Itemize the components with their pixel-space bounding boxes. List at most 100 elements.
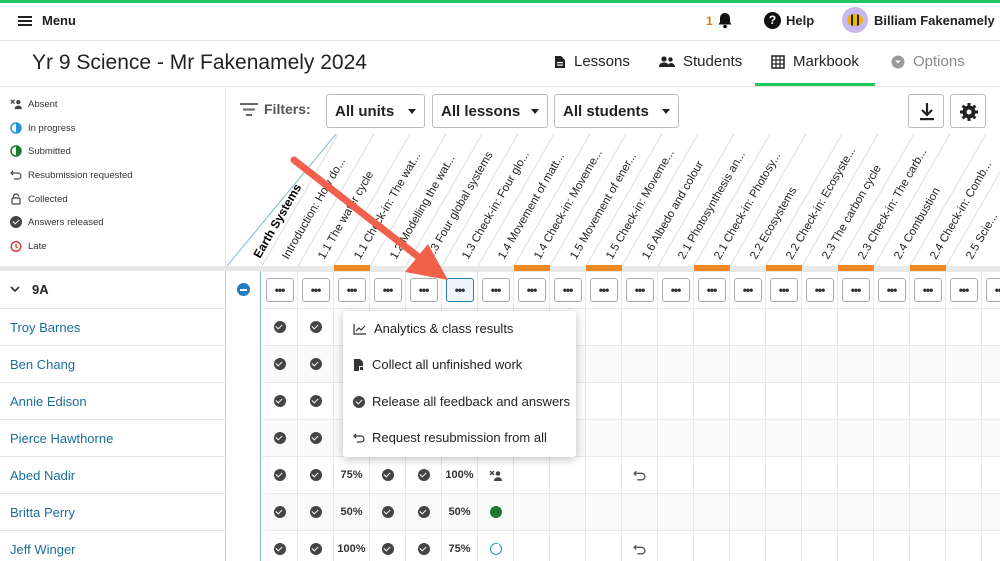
student-name[interactable]: Ben Chang: [0, 345, 226, 382]
grade-cell[interactable]: [514, 456, 550, 493]
column-actions-button[interactable]: •••: [733, 278, 762, 302]
grade-cell[interactable]: [910, 419, 946, 456]
grade-cell[interactable]: 50%: [334, 493, 370, 530]
column-actions-button[interactable]: •••: [985, 278, 1000, 302]
menu-item-analytics[interactable]: Analytics & class results: [353, 321, 513, 336]
lesson-column-header[interactable]: 1.4 Check-in: Moveme...: [532, 148, 605, 262]
tab-lessons[interactable]: Lessons: [554, 53, 630, 70]
grade-cell[interactable]: [982, 382, 1000, 419]
grade-cell[interactable]: [298, 419, 334, 456]
grade-cell[interactable]: [694, 382, 730, 419]
grade-cell[interactable]: [622, 345, 658, 382]
grade-cell[interactable]: [910, 530, 946, 561]
grade-cell[interactable]: [766, 419, 802, 456]
grade-cell[interactable]: [730, 456, 766, 493]
lesson-column-header[interactable]: 1.3 Four global systems: [424, 150, 496, 262]
grade-cell[interactable]: [694, 530, 730, 561]
grade-cell[interactable]: [514, 493, 550, 530]
grade-cell[interactable]: [658, 419, 694, 456]
grade-cell[interactable]: [586, 493, 622, 530]
grade-cell[interactable]: [370, 456, 406, 493]
grade-cell[interactable]: [658, 456, 694, 493]
grade-cell[interactable]: [262, 530, 298, 561]
column-actions-button[interactable]: •••: [877, 278, 906, 302]
grade-cell[interactable]: [802, 308, 838, 345]
grade-cell[interactable]: [298, 456, 334, 493]
grade-cell[interactable]: [694, 456, 730, 493]
grade-cell[interactable]: [550, 493, 586, 530]
lesson-column-header[interactable]: 2.5 Scie...: [964, 211, 1000, 261]
lesson-column-header[interactable]: 2.1 Check-in: Photosy...: [712, 151, 783, 262]
grade-cell[interactable]: [874, 493, 910, 530]
grade-cell[interactable]: [622, 530, 658, 561]
grade-cell[interactable]: [658, 382, 694, 419]
grade-cell[interactable]: [766, 530, 802, 561]
grade-cell[interactable]: [946, 345, 982, 382]
column-actions-button[interactable]: •••: [301, 278, 330, 302]
student-name[interactable]: Britta Perry: [0, 493, 226, 530]
grade-cell[interactable]: [910, 308, 946, 345]
help-button[interactable]: ? Help: [764, 12, 814, 29]
student-name[interactable]: Jeff Winger: [0, 530, 226, 561]
grade-cell[interactable]: [658, 493, 694, 530]
grade-cell[interactable]: [802, 382, 838, 419]
grade-cell[interactable]: [622, 493, 658, 530]
column-actions-button[interactable]: •••: [913, 278, 942, 302]
grade-cell[interactable]: [694, 308, 730, 345]
grade-cell[interactable]: [982, 308, 1000, 345]
grade-cell[interactable]: [730, 345, 766, 382]
grade-cell[interactable]: [874, 419, 910, 456]
lesson-column-header[interactable]: 1.5 Check-in: Moveme...: [604, 148, 677, 262]
grade-cell[interactable]: [946, 419, 982, 456]
menu-item-collect[interactable]: Collect all unfinished work: [353, 357, 522, 372]
tab-students[interactable]: Students: [659, 53, 742, 70]
column-actions-button[interactable]: •••: [265, 278, 294, 302]
grade-cell[interactable]: [298, 308, 334, 345]
grade-cell[interactable]: [982, 345, 1000, 382]
grade-cell[interactable]: [838, 308, 874, 345]
menu-item-release[interactable]: Release all feedback and answers: [353, 394, 570, 409]
grade-cell[interactable]: 50%: [442, 493, 478, 530]
column-actions-button[interactable]: •••: [517, 278, 546, 302]
student-name[interactable]: Abed Nadir: [0, 456, 226, 493]
grade-cell[interactable]: [982, 419, 1000, 456]
grade-cell[interactable]: [946, 530, 982, 561]
grade-cell[interactable]: [586, 308, 622, 345]
grade-cell[interactable]: [262, 308, 298, 345]
grade-cell[interactable]: [802, 530, 838, 561]
lesson-column-header[interactable]: 1.2 Modelling the wat...: [388, 153, 458, 261]
column-actions-button[interactable]: •••: [445, 278, 474, 302]
grade-cell[interactable]: [730, 493, 766, 530]
grade-cell[interactable]: [550, 530, 586, 561]
grade-cell[interactable]: [730, 382, 766, 419]
grade-cell[interactable]: [766, 382, 802, 419]
grade-cell[interactable]: [262, 419, 298, 456]
grade-cell[interactable]: 75%: [334, 456, 370, 493]
grade-cell[interactable]: [406, 456, 442, 493]
students-select[interactable]: All students: [554, 94, 679, 128]
column-actions-button[interactable]: •••: [409, 278, 438, 302]
grade-cell[interactable]: [262, 493, 298, 530]
column-actions-button[interactable]: •••: [841, 278, 870, 302]
menu-item-resubmit[interactable]: Request resubmission from all: [353, 430, 547, 445]
user-menu[interactable]: Billiam Fakenamely: [842, 7, 995, 33]
grade-cell[interactable]: [766, 345, 802, 382]
grade-cell[interactable]: [982, 493, 1000, 530]
grade-cell[interactable]: [946, 382, 982, 419]
grade-cell[interactable]: [298, 345, 334, 382]
grade-cell[interactable]: [946, 456, 982, 493]
grade-cell[interactable]: [694, 493, 730, 530]
lesson-column-header[interactable]: 2.2 Check-in: Ecosyste...: [784, 145, 858, 261]
grade-cell[interactable]: [946, 493, 982, 530]
grade-cell[interactable]: [838, 382, 874, 419]
column-actions-button[interactable]: •••: [373, 278, 402, 302]
grade-cell[interactable]: [370, 530, 406, 561]
grade-cell[interactable]: [730, 308, 766, 345]
lesson-column-header[interactable]: 1.4 Movement of matt...: [496, 151, 567, 262]
grade-cell[interactable]: 100%: [442, 456, 478, 493]
grade-cell[interactable]: [802, 493, 838, 530]
settings-button[interactable]: [950, 94, 986, 128]
grade-cell[interactable]: [910, 382, 946, 419]
grade-cell[interactable]: [874, 530, 910, 561]
grade-cell[interactable]: [406, 530, 442, 561]
